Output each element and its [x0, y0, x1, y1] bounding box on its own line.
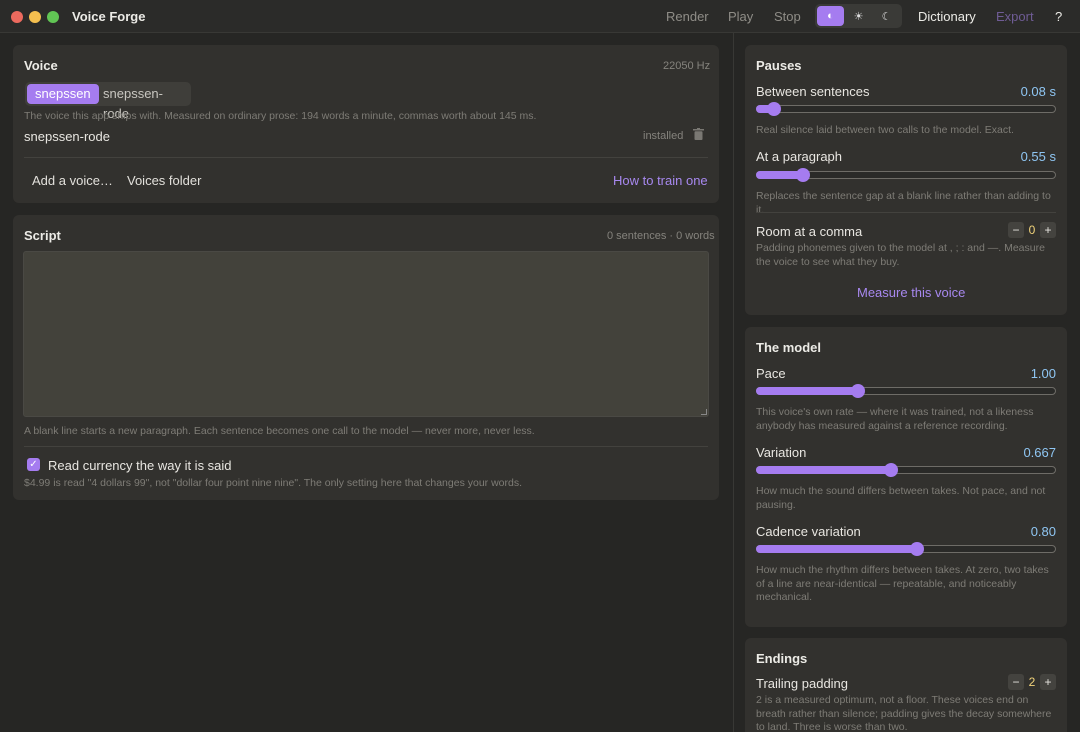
half-circle-icon[interactable]: ◐	[817, 6, 844, 26]
how-to-train-link[interactable]: How to train one	[613, 173, 708, 188]
script-counts: 0 sentences · 0 words	[607, 230, 715, 242]
voice-description: The voice this app ships with. Measured …	[24, 110, 537, 122]
between-sentences-label: Between sentences	[756, 84, 870, 99]
trailing-padding-note: 2 is a measured optimum, not a floor. Th…	[756, 694, 1052, 732]
variation-label: Variation	[756, 445, 807, 460]
pace-value: 1.00	[1030, 366, 1056, 381]
theme-switcher: ◐ ☀ ☾	[815, 4, 902, 28]
trailing-padding-label: Trailing padding	[756, 676, 849, 691]
comma-note: Padding phonemes given to the model at ,…	[756, 242, 1045, 268]
between-sentences-note: Real silence laid between two calls to t…	[756, 124, 1014, 136]
trailing-padding-stepper: − 2 +	[1008, 674, 1056, 690]
slider-fill	[756, 545, 917, 553]
slider-thumb[interactable]	[884, 463, 898, 477]
comma-stepper: − 0 +	[1008, 222, 1056, 238]
model-heading: The model	[756, 340, 822, 355]
at-paragraph-slider[interactable]	[756, 168, 1056, 182]
add-voice-button[interactable]: Add a voice…	[32, 173, 113, 188]
pauses-heading: Pauses	[756, 58, 802, 73]
slider-fill	[756, 466, 891, 474]
cadence-note: How much the rhythm differs between take…	[756, 564, 1049, 603]
between-sentences-value: 0.08 s	[1020, 84, 1056, 99]
voice-divider	[24, 157, 708, 158]
help-button[interactable]: ?	[1055, 9, 1062, 24]
cadence-label: Cadence variation	[756, 524, 861, 539]
comma-label: Room at a comma	[756, 224, 863, 239]
trailing-padding-value: 2	[1028, 675, 1036, 689]
measure-voice-button[interactable]: Measure this voice	[857, 285, 965, 300]
app-title: Voice Forge	[72, 9, 146, 24]
stop-button[interactable]: Stop	[774, 9, 801, 24]
endings-heading: Endings	[756, 651, 808, 666]
play-button[interactable]: Play	[728, 9, 753, 24]
variation-note: How much the sound differs between takes…	[756, 485, 1046, 511]
moon-icon[interactable]: ☾	[873, 6, 900, 26]
voice-tabs: snepssen snepssen-rode	[25, 82, 191, 121]
pace-label: Pace	[756, 366, 786, 381]
resize-grip-icon[interactable]	[701, 409, 707, 415]
slider-thumb[interactable]	[909, 542, 924, 556]
script-hint: A blank line starts a new paragraph. Eac…	[24, 425, 535, 437]
slider-thumb[interactable]	[795, 168, 810, 182]
currency-note: $4.99 is read "4 dollars 99", not "dolla…	[24, 477, 523, 489]
slider-track	[756, 105, 1056, 113]
title-bar: Voice Forge Render Play Stop ◐ ☀ ☾ Dicti…	[0, 0, 1080, 33]
cadence-slider[interactable]	[756, 542, 1056, 556]
pauses-divider	[756, 212, 1056, 213]
render-button[interactable]: Render	[666, 9, 709, 24]
minimize-window-button[interactable]	[29, 11, 41, 23]
voice-tab-snepssen-rode[interactable]: snepssen-rode	[95, 84, 191, 121]
currency-checkbox[interactable]: ✓	[27, 458, 40, 471]
installed-voice-name: snepssen-rode	[24, 129, 110, 144]
close-window-button[interactable]	[11, 11, 23, 23]
voice-tab-snepssen[interactable]: snepssen	[27, 84, 99, 104]
at-paragraph-value: 0.55 s	[1020, 149, 1056, 164]
currency-label[interactable]: Read currency the way it is said	[48, 458, 232, 473]
installed-status: installed	[643, 130, 684, 142]
dictionary-button[interactable]: Dictionary	[918, 9, 976, 24]
script-heading: Script	[24, 228, 61, 243]
trash-icon[interactable]	[693, 128, 704, 140]
slider-fill	[756, 387, 858, 395]
decrement-button[interactable]: −	[1008, 222, 1024, 238]
cadence-value: 0.80	[1030, 524, 1056, 539]
at-paragraph-label: At a paragraph	[756, 149, 843, 164]
decrement-button[interactable]: −	[1008, 674, 1024, 690]
column-divider	[733, 33, 734, 732]
increment-button[interactable]: +	[1040, 222, 1056, 238]
zoom-window-button[interactable]	[47, 11, 59, 23]
voices-folder-button[interactable]: Voices folder	[127, 173, 201, 188]
script-divider	[24, 446, 708, 447]
variation-value: 0.667	[1023, 445, 1056, 460]
script-textarea[interactable]	[23, 251, 709, 417]
export-button[interactable]: Export	[996, 9, 1034, 24]
comma-value: 0	[1028, 223, 1036, 237]
pace-note: This voice's own rate — where it was tra…	[756, 406, 1034, 432]
variation-slider[interactable]	[756, 463, 1056, 477]
slider-thumb[interactable]	[767, 102, 781, 116]
increment-button[interactable]: +	[1040, 674, 1056, 690]
voice-heading: Voice	[24, 58, 58, 73]
sample-rate: 22050 Hz	[663, 60, 711, 72]
between-sentences-slider[interactable]	[756, 102, 1056, 116]
pace-slider[interactable]	[756, 384, 1056, 398]
slider-thumb[interactable]	[851, 384, 865, 398]
sun-icon[interactable]: ☀	[845, 6, 872, 26]
